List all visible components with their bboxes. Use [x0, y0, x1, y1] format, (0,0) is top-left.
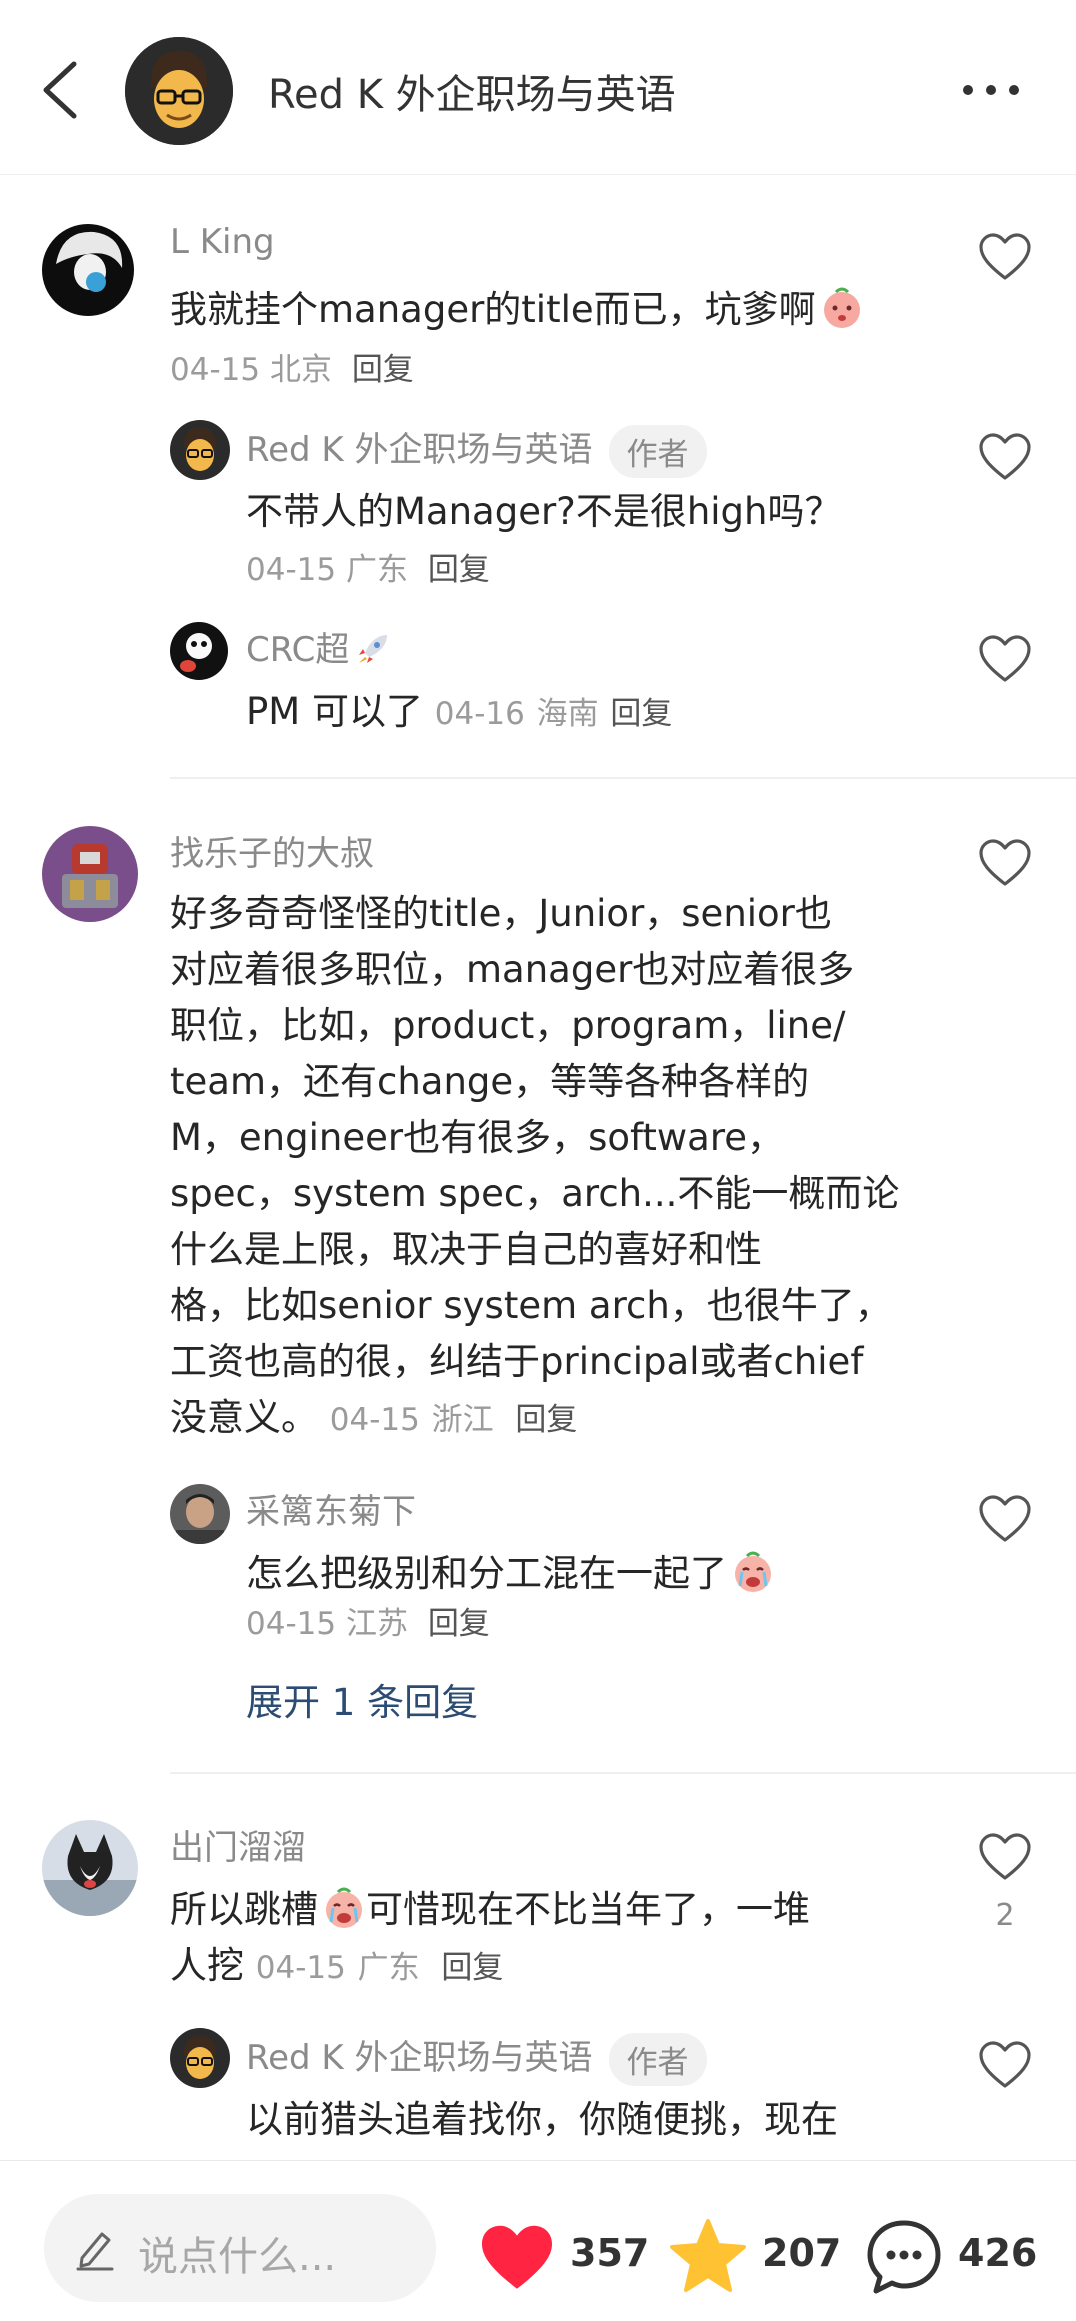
- more-options-icon[interactable]: [960, 76, 1022, 104]
- comment-username[interactable]: 出门溜溜: [170, 1820, 306, 1869]
- reply-meta: 04-15 江苏 回复: [246, 1598, 490, 1643]
- reply-location: 海南: [536, 696, 599, 732]
- comment-text-line: team，还有change，等等各种各样的: [170, 1060, 810, 1103]
- avatar[interactable]: [170, 2028, 230, 2088]
- author-badge: 作者: [608, 2033, 707, 2086]
- pout-emoji-icon: [823, 287, 860, 328]
- comment-meta: 04-15 北京 回复: [170, 344, 414, 389]
- like-heart-icon[interactable]: [978, 838, 1032, 888]
- comment-text: 我就挂个manager的title而已，坑爹啊: [170, 282, 864, 338]
- like-count: 357: [570, 2231, 650, 2275]
- reply-username-text: Red K 外企职场与英语: [246, 2038, 593, 2078]
- like-heart-icon[interactable]: [978, 634, 1032, 684]
- reply-date: 04-15: [246, 552, 337, 588]
- comment-location: 广东: [357, 1950, 420, 1986]
- comment-text-part: 所以跳槽: [170, 1888, 318, 1931]
- comment-text-line: 对应着很多职位，manager也对应着很多: [170, 948, 855, 991]
- avatar[interactable]: [42, 224, 134, 316]
- comment-text-line: 所以跳槽 可惜现在不比当年了，一堆: [170, 1882, 810, 1938]
- comment-text-line: 工资也高的很，纠结于principal或者chief: [170, 1340, 864, 1383]
- author-avatar[interactable]: [125, 37, 233, 145]
- avatar[interactable]: [42, 1820, 138, 1916]
- comment-divider: [170, 777, 1076, 779]
- comment-text-line: M，engineer也有很多，software，: [170, 1116, 784, 1159]
- avatar[interactable]: [170, 420, 230, 480]
- favorite-count: 207: [762, 2231, 842, 2275]
- back-arrow-icon[interactable]: [34, 58, 90, 122]
- comment-text-content: 我就挂个manager的title而已，坑爹啊: [170, 288, 816, 331]
- reply-button[interactable]: 回复: [441, 1950, 503, 1986]
- top-bar: Red K 外企职场与英语: [0, 0, 1076, 175]
- reply-button[interactable]: 回复: [610, 696, 672, 732]
- comment-body: 好多奇奇怪怪的title，Junior，senior也 对应着很多职位，mana…: [170, 886, 970, 1448]
- comment-text-line: 没意义。: [170, 1396, 318, 1439]
- comment-text-part: 可惜现在不比当年了，一堆: [366, 1888, 810, 1931]
- reply-text: 不带人的Manager?不是很high吗？: [246, 490, 842, 533]
- comment-text-line: 职位，比如，product，program，line/: [170, 1004, 846, 1047]
- avatar[interactable]: [42, 826, 138, 922]
- comment-count: 426: [958, 2231, 1038, 2275]
- expand-replies-link[interactable]: 展开 1 条回复: [246, 1672, 478, 1726]
- reply-text: 以前猎头追着找你，你随便挑，现在: [246, 2098, 838, 2141]
- comment-input[interactable]: 说点什么...: [44, 2194, 436, 2302]
- like-heart-icon[interactable]: [978, 232, 1032, 282]
- reply-button[interactable]: 回复: [428, 1606, 490, 1642]
- avatar[interactable]: [170, 622, 228, 680]
- comment-location: 北京: [269, 352, 332, 388]
- reply-username-text: CRC超: [246, 630, 350, 670]
- comment-text-last-line: 没意义。 04-15 浙江 回复: [170, 1390, 970, 1448]
- comment-username[interactable]: 找乐子的大叔: [170, 826, 374, 875]
- crying-emoji-icon: [735, 1551, 771, 1592]
- comment-date: 04-15: [255, 1950, 346, 1986]
- reply-meta: 04-15 广东 回复: [246, 544, 490, 589]
- like-count: 2: [995, 1898, 1015, 1933]
- reply-text-line: PM 可以了 04-16 海南 回复: [246, 684, 672, 742]
- like-heart-icon[interactable]: [978, 2040, 1032, 2090]
- author-badge: 作者: [608, 425, 707, 478]
- comment-input-placeholder: 说点什么...: [138, 2234, 337, 2280]
- like-filled-heart-icon[interactable]: [478, 2223, 556, 2293]
- avatar[interactable]: [170, 1484, 230, 1544]
- rocket-emoji-icon: [359, 635, 388, 663]
- comment-bubble-icon[interactable]: [864, 2217, 944, 2297]
- reply-button[interactable]: 回复: [428, 552, 490, 588]
- comment-divider: [170, 1772, 1076, 1774]
- reply-username-text: Red K 外企职场与英语: [246, 430, 593, 470]
- reply-username[interactable]: Red K 外企职场与英语 作者: [246, 2030, 707, 2086]
- crying-emoji-icon: [326, 1887, 362, 1928]
- comment-text-line: spec，system spec，arch...不能一概而论: [170, 1172, 900, 1215]
- reply-date: 04-16: [434, 696, 525, 732]
- page-title: Red K 外企职场与英语: [268, 72, 676, 118]
- reply-username[interactable]: CRC超: [246, 622, 393, 671]
- like-heart-icon[interactable]: [978, 1832, 1032, 1882]
- comment-date: 04-15: [329, 1402, 420, 1438]
- reply-text: 怎么把级别和分工混在一起了: [246, 1546, 775, 1602]
- bottom-action-bar: 说点什么... 357 207 426: [0, 2160, 1076, 2321]
- reply-date: 04-15: [246, 1606, 337, 1642]
- comment-location: 浙江: [431, 1402, 494, 1438]
- reply-username[interactable]: 采篱东菊下: [246, 1484, 416, 1533]
- comment-text-line: 好多奇奇怪怪的title，Junior，senior也: [170, 892, 832, 935]
- reply-location: 江苏: [345, 1606, 408, 1642]
- like-heart-icon[interactable]: [978, 1494, 1032, 1544]
- reply-button[interactable]: 回复: [352, 352, 414, 388]
- comment-text-line: 什么是上限，取决于自己的喜好和性: [170, 1228, 762, 1271]
- comment-text-line: 格，比如senior system arch，也很牛了，: [170, 1284, 892, 1327]
- pen-icon: [76, 2232, 114, 2271]
- comment-text-part: 人挖: [170, 1944, 244, 1987]
- like-heart-icon[interactable]: [978, 432, 1032, 482]
- reply-button[interactable]: 回复: [515, 1402, 577, 1438]
- comment-date: 04-15: [170, 352, 261, 388]
- reply-location: 广东: [345, 552, 408, 588]
- reply-username[interactable]: Red K 外企职场与英语 作者: [246, 422, 707, 478]
- reply-text-content: 怎么把级别和分工混在一起了: [246, 1552, 727, 1595]
- comment-text-line: 人挖 04-15 广东 回复: [170, 1938, 503, 1996]
- favorite-star-icon[interactable]: [668, 2217, 748, 2295]
- reply-text: PM 可以了: [246, 690, 423, 733]
- comment-username[interactable]: L King: [170, 222, 275, 262]
